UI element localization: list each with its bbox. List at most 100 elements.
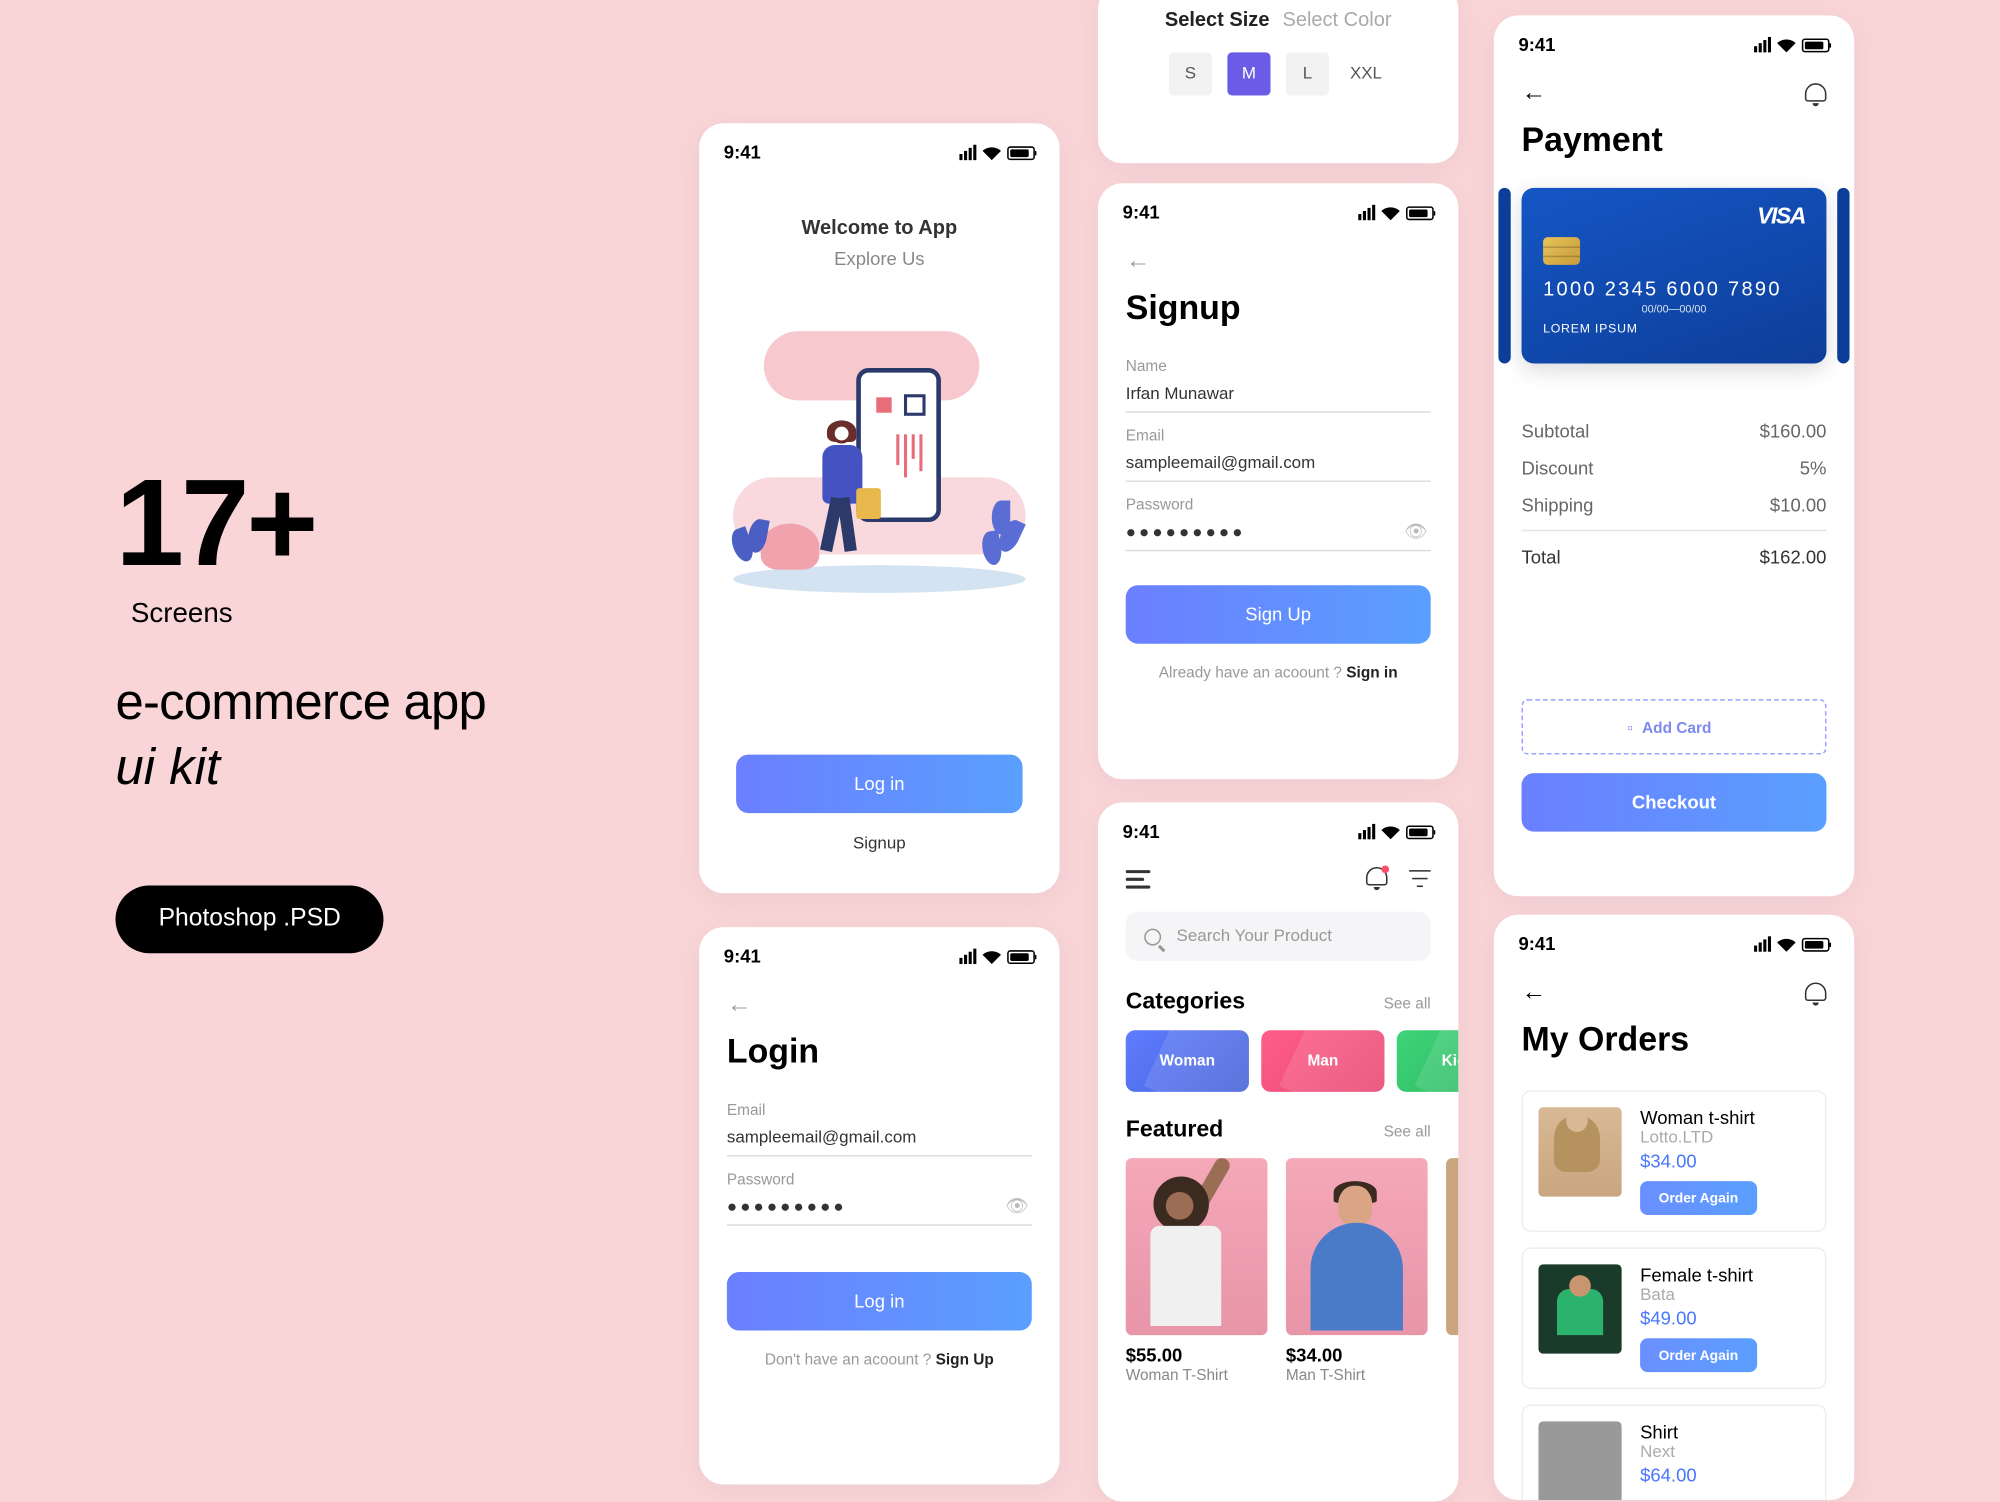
battery-icon: [1406, 206, 1434, 220]
card-number: 1000 2345 6000 7890: [1543, 277, 1805, 300]
order-title: Woman t-shirt: [1640, 1107, 1809, 1129]
battery-icon: [1406, 825, 1434, 839]
checkout-button[interactable]: Checkout: [1522, 773, 1827, 832]
filter-icon[interactable]: [1409, 869, 1431, 887]
notification-icon[interactable]: [1805, 982, 1827, 1005]
order-again-button[interactable]: Order Again: [1640, 1181, 1757, 1215]
credit-card[interactable]: VISA 1000 2345 6000 7890 00/00—00/00 LOR…: [1522, 188, 1827, 364]
email-field[interactable]: sampleemail@gmail.com: [727, 1120, 1032, 1157]
add-card-button[interactable]: ▫Add Card: [1522, 699, 1827, 754]
product-image: [1446, 1158, 1458, 1335]
order-item[interactable]: Shirt Next $64.00: [1522, 1404, 1827, 1499]
status-time: 9:41: [1123, 202, 1160, 224]
product-card[interactable]: $34.00 Man T-Shirt: [1286, 1158, 1428, 1384]
screen-login: 9:41 ← Login Email sampleemail@gmail.com…: [699, 927, 1059, 1484]
size-option-l[interactable]: L: [1286, 52, 1329, 95]
featured-see-all[interactable]: See all: [1384, 1124, 1431, 1141]
category-man[interactable]: Man: [1261, 1030, 1384, 1092]
signup-link[interactable]: Signup: [699, 835, 1059, 853]
category-woman[interactable]: Woman: [1126, 1030, 1249, 1092]
notification-icon[interactable]: [1366, 867, 1388, 890]
product-image: [1286, 1158, 1428, 1335]
product-card[interactable]: $55.00 Woman T-Shirt: [1126, 1158, 1268, 1384]
back-button[interactable]: ←: [699, 979, 1059, 1025]
order-item[interactable]: Woman t-shirt Lotto.LTD $34.00 Order Aga…: [1522, 1090, 1827, 1232]
select-size-label: Select Size: [1165, 8, 1270, 31]
order-thumbnail: [1538, 1421, 1621, 1500]
wifi-icon: [1777, 38, 1795, 52]
tagline-2: ui kit: [116, 738, 624, 797]
menu-icon[interactable]: [1126, 869, 1151, 887]
select-color-label: Select Color: [1282, 8, 1391, 31]
battery-icon: [1007, 949, 1035, 963]
password-label: Password: [1126, 497, 1431, 514]
email-label: Email: [1126, 428, 1431, 445]
password-field[interactable]: ●●●●●●●●●👁: [727, 1189, 1032, 1226]
search-input[interactable]: Search Your Product: [1126, 912, 1431, 961]
back-button[interactable]: ←: [1522, 80, 1547, 108]
card-peek-right: [1837, 188, 1849, 364]
page-title: Payment: [1494, 120, 1854, 175]
login-submit-button[interactable]: Log in: [727, 1272, 1032, 1331]
welcome-illustration: [733, 331, 1026, 608]
battery-icon: [1802, 937, 1830, 951]
order-item[interactable]: Female t-shirt Bata $49.00 Order Again: [1522, 1247, 1827, 1389]
featured-heading: Featured: [1126, 1117, 1224, 1143]
size-option-s[interactable]: S: [1169, 52, 1212, 95]
back-button[interactable]: ←: [1522, 979, 1547, 1007]
signal-icon: [1754, 37, 1771, 52]
product-name: Man T-Shirt: [1286, 1368, 1428, 1385]
notification-icon[interactable]: [1805, 82, 1827, 105]
status-time: 9:41: [1518, 34, 1555, 56]
card-expiry: 00/00—00/00: [1543, 305, 1805, 316]
marketing-panel: 17+ Screens e-commerce app ui kit Photos…: [116, 462, 624, 953]
show-password-icon[interactable]: 👁: [1404, 521, 1431, 543]
login-button[interactable]: Log in: [736, 755, 1022, 814]
back-button[interactable]: ←: [1098, 236, 1458, 282]
password-label: Password: [727, 1172, 1032, 1189]
product-card[interactable]: [1446, 1158, 1458, 1384]
size-option-m[interactable]: M: [1227, 52, 1270, 95]
status-time: 9:41: [1518, 933, 1555, 955]
status-time: 9:41: [1123, 821, 1160, 843]
signup-prompt[interactable]: Don't have an acoount ? Sign Up: [699, 1352, 1059, 1369]
wifi-icon: [1381, 206, 1399, 220]
summary-total: Total$162.00: [1522, 530, 1827, 576]
tagline-1: e-commerce app: [116, 673, 624, 732]
categories-see-all[interactable]: See all: [1384, 996, 1431, 1013]
order-again-button[interactable]: Order Again: [1640, 1338, 1757, 1372]
email-field[interactable]: sampleemail@gmail.com: [1126, 445, 1431, 482]
signal-icon: [959, 145, 976, 160]
screen-count: 17+: [116, 462, 624, 585]
order-price: $49.00: [1640, 1307, 1809, 1329]
email-label: Email: [727, 1103, 1032, 1120]
signup-submit-button[interactable]: Sign Up: [1126, 585, 1431, 644]
signal-icon: [959, 949, 976, 964]
product-name: Woman T-Shirt: [1126, 1368, 1268, 1385]
order-brand: Lotto.LTD: [1640, 1129, 1809, 1147]
name-field[interactable]: Irfan Munawar: [1126, 376, 1431, 413]
status-time: 9:41: [724, 946, 761, 968]
order-brand: Next: [1640, 1443, 1809, 1461]
page-title: My Orders: [1494, 1019, 1854, 1074]
order-thumbnail: [1538, 1107, 1621, 1196]
signin-prompt[interactable]: Already have an acoount ? Sign in: [1098, 665, 1458, 682]
summary-subtotal: Subtotal$160.00: [1522, 413, 1827, 450]
page-title: Signup: [1098, 282, 1458, 344]
show-password-icon[interactable]: 👁: [1005, 1195, 1032, 1217]
screen-payment: 9:41 ← Payment VISA 1000 2345 6000 7890 …: [1494, 15, 1854, 896]
search-placeholder: Search Your Product: [1177, 927, 1332, 945]
format-badge: Photoshop .PSD: [116, 886, 384, 954]
size-option-xxl[interactable]: XXL: [1344, 52, 1387, 95]
wifi-icon: [983, 146, 1001, 160]
wifi-icon: [983, 949, 1001, 963]
order-price: $34.00: [1640, 1150, 1809, 1172]
status-bar: 9:41: [1494, 15, 1854, 67]
password-field[interactable]: ●●●●●●●●●👁: [1126, 514, 1431, 551]
welcome-subtitle: Explore Us: [699, 248, 1059, 270]
plus-icon: ▫: [1627, 721, 1632, 738]
card-peek-left: [1498, 188, 1510, 364]
category-kids[interactable]: Kids: [1397, 1030, 1459, 1092]
wifi-icon: [1381, 825, 1399, 839]
summary-discount: Discount5%: [1522, 450, 1827, 487]
